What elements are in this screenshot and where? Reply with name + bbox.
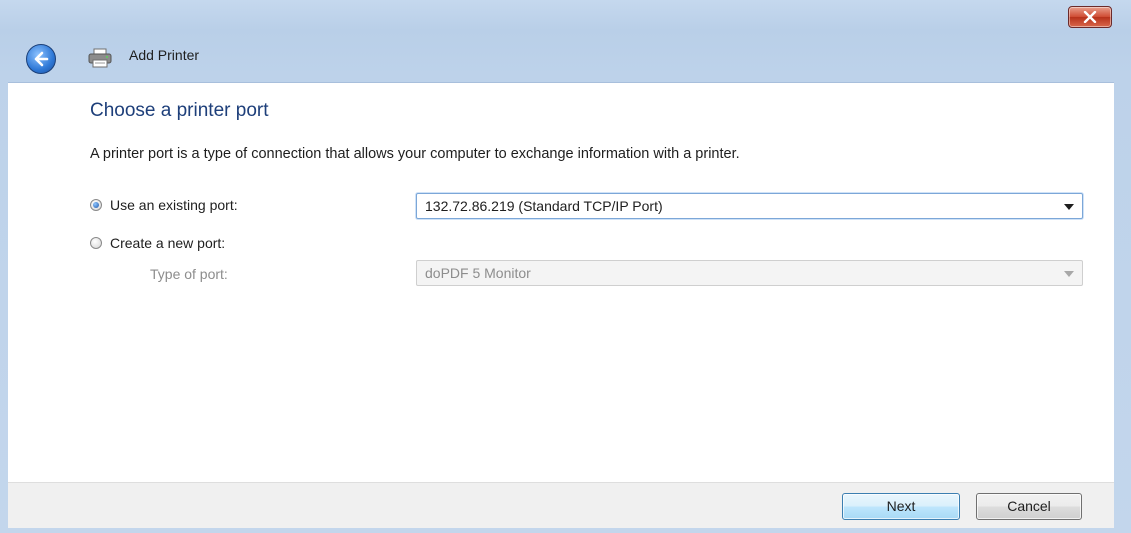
cancel-button[interactable]: Cancel <box>976 493 1082 520</box>
use-existing-port-label: Use an existing port: <box>110 197 238 213</box>
page-description: A printer port is a type of connection t… <box>90 146 740 162</box>
title-bar: Add Printer <box>0 0 1131 80</box>
type-of-port-label: Type of port: <box>150 266 228 282</box>
type-of-port-value: doPDF 5 Monitor <box>425 265 531 281</box>
chevron-down-icon <box>1064 271 1074 277</box>
next-button[interactable]: Next <box>842 493 960 520</box>
create-new-port-radio[interactable] <box>90 237 102 249</box>
existing-port-value: 132.72.86.219 (Standard TCP/IP Port) <box>425 198 663 214</box>
add-printer-window: Add Printer Choose a printer port A prin… <box>0 0 1131 533</box>
close-button[interactable] <box>1068 6 1112 28</box>
type-of-port-dropdown: doPDF 5 Monitor <box>416 260 1083 286</box>
close-icon <box>1083 11 1097 23</box>
wizard-content: Choose a printer port A printer port is … <box>8 82 1114 483</box>
use-existing-port-option[interactable]: Use an existing port: <box>90 197 238 213</box>
back-button[interactable] <box>26 44 56 74</box>
back-arrow-icon <box>34 51 49 67</box>
window-title: Add Printer <box>129 47 200 63</box>
create-new-port-label: Create a new port: <box>110 235 226 251</box>
use-existing-port-radio[interactable] <box>90 199 102 211</box>
page-heading: Choose a printer port <box>90 100 269 121</box>
printer-icon <box>88 48 112 68</box>
existing-port-dropdown[interactable]: 132.72.86.219 (Standard TCP/IP Port) <box>416 193 1083 219</box>
create-new-port-option[interactable]: Create a new port: <box>90 235 225 251</box>
chevron-down-icon <box>1064 204 1074 210</box>
wizard-footer: Next Cancel <box>8 482 1114 528</box>
